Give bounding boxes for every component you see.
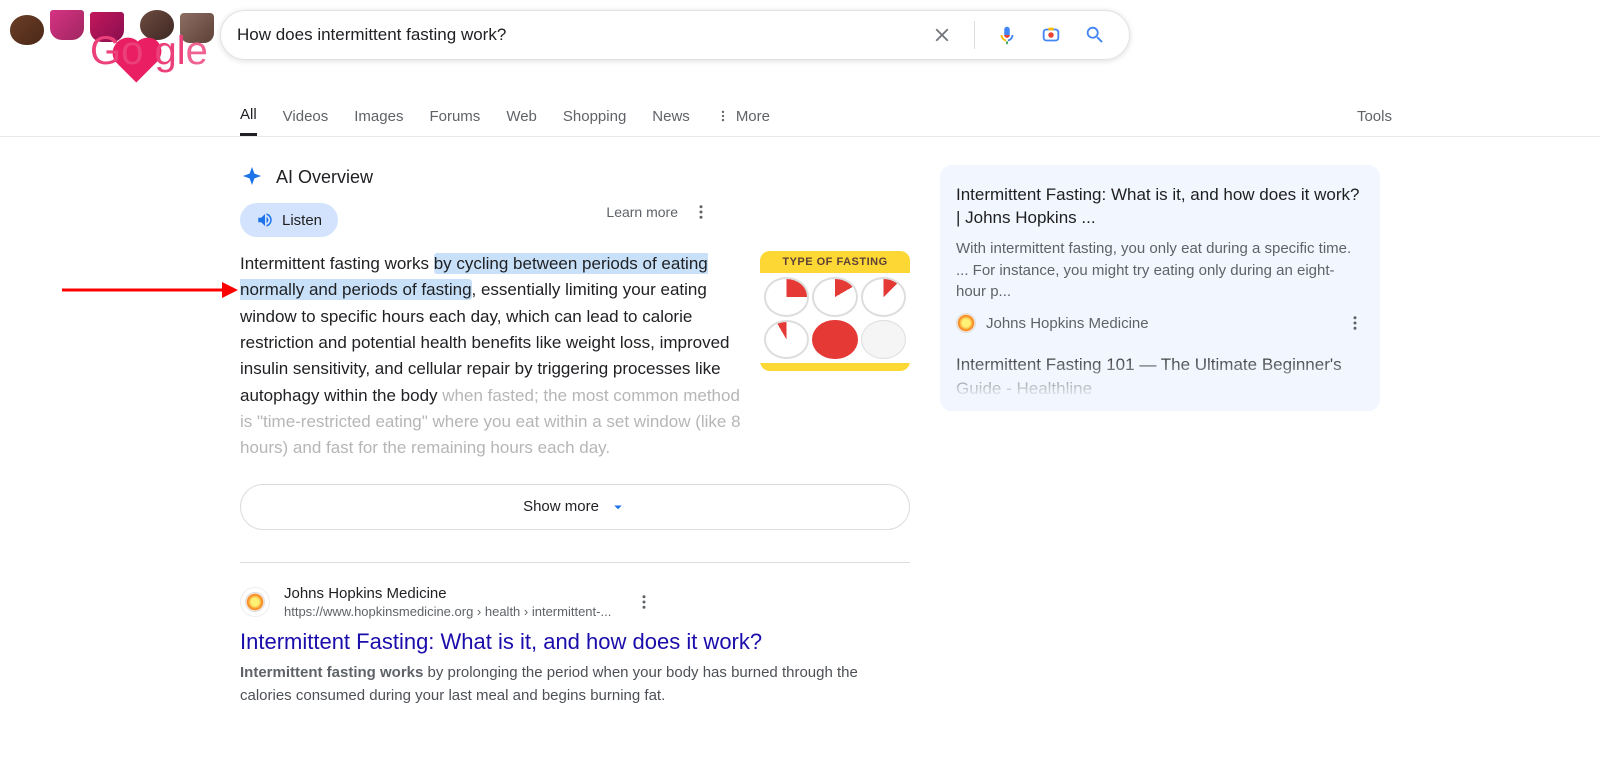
source-card[interactable]: Intermittent Fasting: What is it, and ho… bbox=[956, 183, 1364, 333]
search-icon[interactable] bbox=[1077, 17, 1113, 53]
source-favicon bbox=[956, 313, 976, 333]
tab-all[interactable]: All bbox=[240, 96, 257, 136]
result-title[interactable]: Intermittent Fasting: What is it, and ho… bbox=[240, 629, 910, 655]
tab-videos[interactable]: Videos bbox=[283, 98, 329, 135]
ai-overview-text: Intermittent fasting works by cycling be… bbox=[240, 251, 742, 462]
ai-overview-title: AI Overview bbox=[276, 167, 373, 188]
tab-news[interactable]: News bbox=[652, 98, 690, 135]
clear-icon[interactable] bbox=[924, 17, 960, 53]
result-url[interactable]: https://www.hopkinsmedicine.org › health… bbox=[284, 604, 611, 619]
image-search-icon[interactable] bbox=[1033, 17, 1069, 53]
more-menu-icon[interactable] bbox=[692, 203, 710, 221]
listen-button[interactable]: Listen bbox=[240, 203, 338, 237]
sparkle-icon bbox=[240, 165, 264, 189]
tools-button[interactable]: Tools bbox=[1357, 108, 1392, 125]
tab-forums[interactable]: Forums bbox=[429, 98, 480, 135]
overview-thumbnail[interactable]: TYPE OF FASTING bbox=[760, 251, 910, 371]
tab-more[interactable]: More bbox=[716, 98, 770, 135]
speaker-icon bbox=[256, 211, 274, 229]
source-snippet: May 3, 2024 — How it affects your cells … bbox=[956, 408, 1364, 411]
source-site: Johns Hopkins Medicine bbox=[986, 315, 1149, 332]
search-box[interactable] bbox=[220, 10, 1130, 60]
search-input[interactable] bbox=[237, 25, 924, 45]
annotation-arrow bbox=[62, 278, 238, 307]
source-card[interactable]: Intermittent Fasting 101 — The Ultimate … bbox=[956, 353, 1364, 411]
search-result: Johns Hopkins Medicine https://www.hopki… bbox=[240, 585, 910, 708]
source-title: Intermittent Fasting 101 — The Ultimate … bbox=[956, 353, 1364, 400]
sources-panel: Intermittent Fasting: What is it, and ho… bbox=[940, 165, 1380, 411]
result-favicon bbox=[240, 587, 270, 617]
tab-images[interactable]: Images bbox=[354, 98, 403, 135]
tab-web[interactable]: Web bbox=[506, 98, 537, 135]
result-more-icon[interactable] bbox=[635, 593, 653, 611]
result-site-name[interactable]: Johns Hopkins Medicine bbox=[284, 585, 611, 602]
google-logo[interactable]: Go gle bbox=[10, 10, 210, 78]
source-more-icon[interactable] bbox=[1346, 314, 1364, 332]
chevron-down-icon bbox=[609, 498, 627, 516]
result-snippet: Intermittent fasting works by prolonging… bbox=[240, 661, 910, 708]
tab-shopping[interactable]: Shopping bbox=[563, 98, 626, 135]
show-more-button[interactable]: Show more bbox=[240, 484, 910, 530]
voice-search-icon[interactable] bbox=[989, 17, 1025, 53]
source-snippet: With intermittent fasting, you only eat … bbox=[956, 238, 1364, 303]
search-tabs: All Videos Images Forums Web Shopping Ne… bbox=[240, 96, 770, 136]
source-title: Intermittent Fasting: What is it, and ho… bbox=[956, 183, 1364, 230]
learn-more-link[interactable]: Learn more bbox=[606, 204, 678, 220]
